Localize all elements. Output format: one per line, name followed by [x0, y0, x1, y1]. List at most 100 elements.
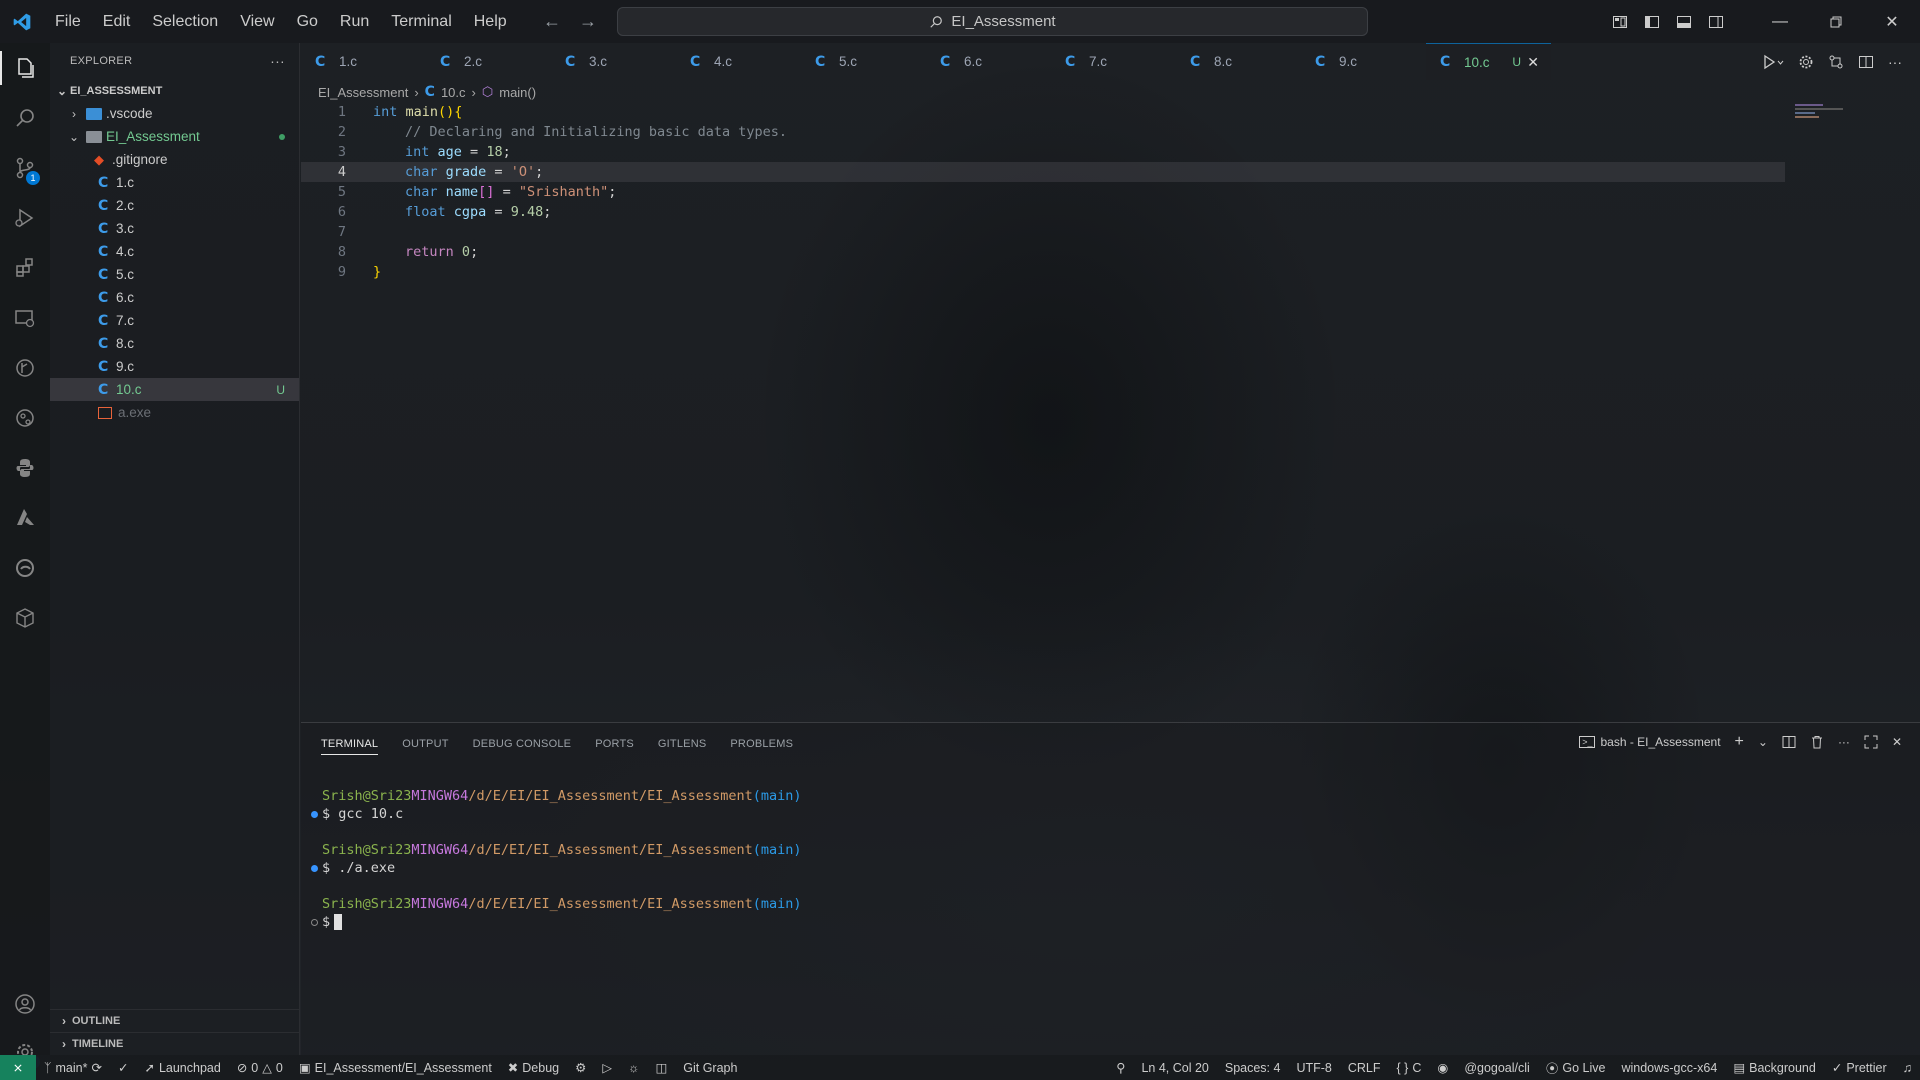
explorer-icon[interactable] [0, 43, 50, 93]
tab-7c[interactable]: C 7.c [1051, 43, 1176, 80]
file-8c[interactable]: C 8.c [50, 332, 299, 355]
git-graph-icon[interactable] [0, 343, 50, 393]
terminal-shell-selector[interactable]: >_ bash - EI_Assessment [1579, 735, 1721, 749]
cpp-configuration[interactable]: windows-gcc-x64 [1613, 1061, 1725, 1075]
cursor-position[interactable]: Ln 4, Col 20 [1133, 1061, 1216, 1075]
file-1c[interactable]: C 1.c [50, 171, 299, 194]
minimap[interactable] [1795, 102, 1847, 122]
folder-vscode[interactable]: › .vscode [50, 102, 299, 125]
menu-edit[interactable]: Edit [92, 0, 142, 43]
menu-go[interactable]: Go [286, 0, 329, 43]
menu-help[interactable]: Help [463, 0, 518, 43]
settings-gear-icon[interactable] [1798, 54, 1814, 70]
compare-changes-icon[interactable] [1828, 54, 1844, 70]
tab-10c[interactable]: C 10.c U ✕ [1426, 43, 1551, 80]
remote-explorer-icon[interactable] [0, 293, 50, 343]
remote-indicator-icon[interactable]: ⨯ [0, 1055, 36, 1080]
toggle-panel-icon[interactable] [1668, 0, 1700, 43]
launchpad-status[interactable]: ➚ Launchpad [136, 1060, 228, 1076]
run-icon[interactable]: ▷ [594, 1060, 620, 1075]
outline-section[interactable]: › OUTLINE [50, 1009, 300, 1032]
branch-status[interactable]: ᛉ main* ⟳ [36, 1060, 110, 1076]
tab-terminal[interactable]: TERMINAL [321, 738, 379, 755]
split-terminal-icon[interactable] [1782, 735, 1796, 749]
chevron-down-icon[interactable]: ⌄ [1758, 735, 1768, 749]
tab-ports[interactable]: PORTS [595, 738, 634, 750]
code-editor[interactable]: 1 int main(){ 2 // Declaring and Initial… [301, 102, 1920, 722]
file-10c[interactable]: C 10.c U [50, 378, 299, 401]
file-gitignore[interactable]: ◆ .gitignore [50, 148, 299, 171]
run-and-debug-icon[interactable] [0, 193, 50, 243]
maximize-panel-icon[interactable] [1864, 735, 1878, 749]
trash-icon[interactable]: ◫ [647, 1060, 675, 1075]
forward-arrow-icon[interactable]: → [579, 11, 597, 32]
customize-layout-icon[interactable] [1604, 0, 1636, 43]
prettier-status[interactable]: ✓ Prettier [1824, 1060, 1895, 1076]
notifications-bell-icon[interactable]: ♫ [1895, 1061, 1920, 1075]
breadcrumb-file[interactable]: 10.c [441, 85, 466, 100]
minimize-icon[interactable]: — [1752, 0, 1808, 43]
tab-4c[interactable]: C 4.c [676, 43, 801, 80]
file-7c[interactable]: C 7.c [50, 309, 299, 332]
problems-status[interactable]: ⊘ 0 △ 0 [229, 1060, 291, 1076]
tab-5c[interactable]: C 5.c [801, 43, 926, 80]
toggle-primary-sidebar-icon[interactable] [1636, 0, 1668, 43]
go-live-button[interactable]: ⦿ Go Live [1538, 1058, 1614, 1077]
file-aexe[interactable]: a.exe [50, 401, 299, 424]
menu-selection[interactable]: Selection [141, 0, 229, 43]
language-mode[interactable]: { } C [1389, 1061, 1430, 1075]
edge-devtools-icon[interactable] [0, 543, 50, 593]
timeline-section[interactable]: › TIMELINE [50, 1032, 300, 1055]
extensions-icon[interactable] [0, 243, 50, 293]
settings-gear-icon[interactable]: ⚙ [567, 1060, 594, 1075]
account-status[interactable]: @gogoal/cli [1456, 1061, 1538, 1075]
menu-file[interactable]: File [44, 0, 92, 43]
menu-terminal[interactable]: Terminal [380, 0, 462, 43]
accounts-icon[interactable] [0, 979, 50, 1029]
bug-icon[interactable]: ☼ [620, 1061, 647, 1075]
more-actions-icon[interactable]: ··· [270, 53, 285, 69]
tab-2c[interactable]: C 2.c [426, 43, 551, 80]
folder-ei-assessment[interactable]: ⌄ EI_Assessment [50, 125, 299, 148]
run-git-icon[interactable]: ✓ [110, 1060, 136, 1075]
more-actions-icon[interactable]: ··· [1888, 54, 1902, 70]
file-2c[interactable]: C 2.c [50, 194, 299, 217]
background-status[interactable]: ▤ Background [1725, 1060, 1824, 1076]
gitlens-icon[interactable] [0, 393, 50, 443]
menu-view[interactable]: View [229, 0, 285, 43]
trash-icon[interactable] [1810, 735, 1824, 749]
python-icon[interactable] [0, 443, 50, 493]
tab-problems[interactable]: PROBLEMS [730, 738, 793, 750]
file-5c[interactable]: C 5.c [50, 263, 299, 286]
file-4c[interactable]: C 4.c [50, 240, 299, 263]
tab-6c[interactable]: C 6.c [926, 43, 1051, 80]
toggle-secondary-sidebar-icon[interactable] [1700, 0, 1732, 43]
package-icon[interactable] [0, 593, 50, 643]
command-center-search[interactable]: EI_Assessment [617, 7, 1368, 36]
tab-output[interactable]: OUTPUT [402, 738, 448, 750]
tab-8c[interactable]: C 8.c [1176, 43, 1301, 80]
tab-3c[interactable]: C 3.c [551, 43, 676, 80]
terminal-output[interactable]: Srish@Sri23 MINGW64 /d/E/EI/EI_Assessmen… [301, 787, 1920, 931]
file-6c[interactable]: C 6.c [50, 286, 299, 309]
command-success-dot-icon[interactable] [311, 864, 318, 872]
file-3c[interactable]: C 3.c [50, 217, 299, 240]
restore-icon[interactable] [1808, 0, 1864, 43]
copilot-icon[interactable]: ◉ [1429, 1060, 1456, 1075]
tab-debug-console[interactable]: DEBUG CONSOLE [473, 738, 572, 750]
breadcrumb-symbol[interactable]: main() [499, 85, 536, 100]
terminal-input-line[interactable]: $ [311, 913, 1920, 931]
split-editor-icon[interactable] [1858, 54, 1874, 70]
workspace-status[interactable]: ▣ EI_Assessment/EI_Assessment [291, 1060, 500, 1076]
indentation[interactable]: Spaces: 4 [1217, 1061, 1289, 1075]
tab-gitlens[interactable]: GITLENS [658, 738, 706, 750]
new-terminal-icon[interactable]: + [1735, 733, 1744, 751]
search-icon[interactable] [0, 93, 50, 143]
run-code-icon[interactable] [1762, 54, 1784, 70]
zoom-icon[interactable]: ⚲ [1108, 1060, 1133, 1075]
breadcrumb-folder[interactable]: EI_Assessment [318, 85, 408, 100]
more-actions-icon[interactable]: ··· [1838, 735, 1850, 749]
git-graph-status[interactable]: Git Graph [675, 1061, 745, 1075]
close-panel-icon[interactable]: ✕ [1892, 735, 1902, 749]
tab-1c[interactable]: C 1.c [301, 43, 426, 80]
